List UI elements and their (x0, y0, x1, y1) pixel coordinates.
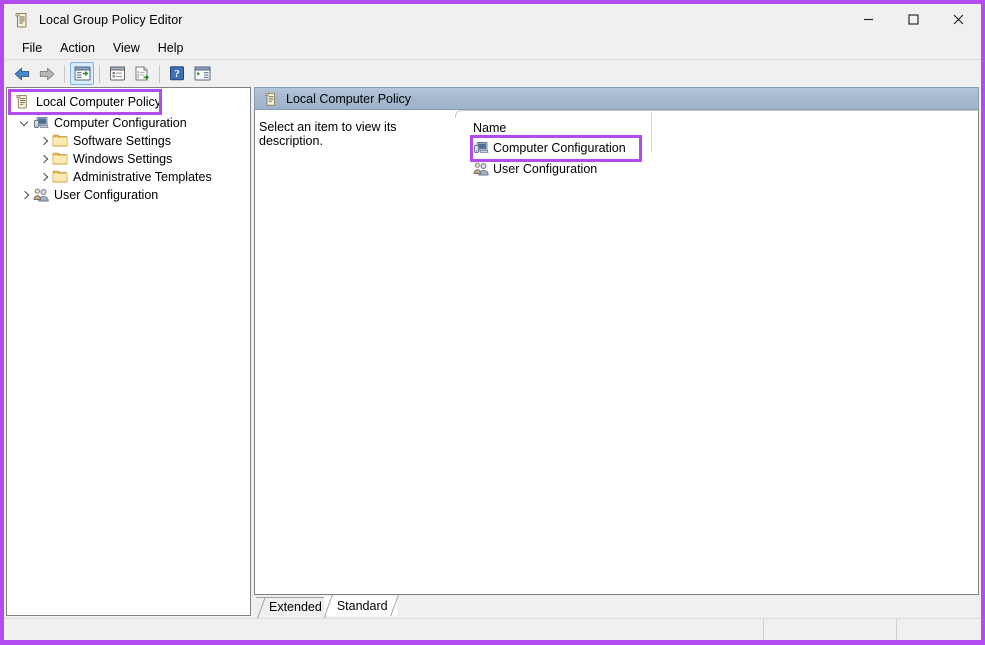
tree-item-software-settings[interactable]: Software Settings (7, 132, 250, 150)
help-icon[interactable]: ? (165, 62, 189, 85)
list-item-label: User Configuration (493, 162, 598, 176)
window-title: Local Group Policy Editor (39, 13, 183, 27)
folder-icon (52, 169, 68, 185)
status-bar-main (4, 619, 764, 640)
view-tabs: Extended Standard (254, 595, 979, 616)
tree-item-label: Administrative Templates (73, 170, 212, 184)
menu-item-view[interactable]: View (104, 38, 149, 58)
user-icon (33, 187, 49, 203)
show-hide-action-pane-icon[interactable] (190, 62, 214, 85)
window-controls (846, 4, 981, 36)
tab-label: Standard (336, 599, 388, 613)
title-bar: Local Group Policy Editor (4, 4, 981, 36)
tab-standard[interactable]: Standard (323, 596, 397, 616)
tree-item-computer-configuration[interactable]: Computer Configuration (7, 114, 250, 132)
user-icon (473, 161, 489, 177)
status-bar-pane-b (897, 619, 981, 640)
minimize-icon[interactable] (846, 4, 891, 35)
purple-highlight-frame: Local Group Policy Editor File Action Vi… (0, 0, 985, 645)
tree-item-label: Computer Configuration (54, 116, 187, 130)
policy-scroll-icon (15, 94, 31, 110)
chevron-right-icon[interactable] (36, 151, 52, 167)
computer-icon (33, 115, 49, 131)
tree-item-label: Software Settings (73, 134, 171, 148)
tab-label: Extended (269, 600, 322, 614)
folder-icon (52, 133, 68, 149)
policy-scroll-icon (264, 92, 278, 106)
menu-item-help[interactable]: Help (149, 38, 193, 58)
chevron-down-icon[interactable] (17, 115, 33, 131)
toolbar: ? (4, 60, 981, 87)
list-item[interactable]: Computer Configuration (455, 134, 978, 162)
folder-icon (52, 151, 68, 167)
tree-item-label: Windows Settings (73, 152, 173, 166)
list-item-label: Computer Configuration (493, 141, 626, 155)
show-hide-console-tree-icon[interactable] (70, 62, 94, 85)
menu-item-action[interactable]: Action (51, 38, 104, 58)
description-column: Select an item to view its description. (255, 110, 455, 594)
results-pane-title: Local Computer Policy (286, 91, 412, 106)
menu-bar: File Action View Help (4, 36, 981, 60)
chevron-right-icon[interactable] (36, 133, 52, 149)
back-icon[interactable] (10, 62, 34, 85)
separator-3 (159, 64, 160, 83)
tree-item-user-configuration[interactable]: User Configuration (7, 186, 250, 204)
results-pane: Local Computer Policy Select an item to … (254, 87, 979, 616)
list-item-computer-configuration[interactable]: Computer Configuration (470, 134, 642, 162)
close-icon[interactable] (936, 4, 981, 35)
description-text: Select an item to view its description. (259, 120, 397, 148)
chevron-right-icon[interactable] (17, 187, 33, 203)
list-rounded-corner (455, 110, 978, 118)
separator-2 (99, 64, 100, 83)
status-bar-pane-a (764, 619, 897, 640)
policy-scroll-icon (14, 12, 30, 28)
tree-item-administrative-templates[interactable]: Administrative Templates (7, 168, 250, 186)
chevron-right-icon[interactable] (36, 169, 52, 185)
computer-icon (473, 140, 489, 156)
tree-item-local-computer-policy[interactable]: Local Computer Policy (8, 89, 162, 115)
separator-1 (64, 64, 65, 83)
tree-item-windows-settings[interactable]: Windows Settings (7, 150, 250, 168)
main-content: Local Computer Policy Computer Configura… (4, 87, 981, 618)
svg-text:?: ? (174, 68, 180, 80)
tree-item-label: User Configuration (54, 188, 159, 202)
results-pane-header: Local Computer Policy (254, 87, 979, 109)
status-bar (4, 618, 981, 640)
column-header-name[interactable]: Name (455, 118, 978, 138)
list-item[interactable]: User Configuration (455, 159, 978, 179)
properties-icon[interactable] (105, 62, 129, 85)
maximize-icon[interactable] (891, 4, 936, 35)
local-group-policy-editor-window: Local Group Policy Editor File Action Vi… (4, 4, 981, 640)
list-column: Name Computer Configuration User Configu… (455, 110, 978, 594)
console-tree-pane: Local Computer Policy Computer Configura… (6, 87, 251, 616)
column-header-label: Name (473, 121, 507, 135)
console-tree: Local Computer Policy Computer Configura… (7, 88, 250, 204)
forward-icon[interactable] (35, 62, 59, 85)
results-pane-body: Select an item to view its description. … (254, 109, 979, 595)
tab-extended[interactable]: Extended (256, 597, 331, 616)
export-list-icon[interactable] (130, 62, 154, 85)
menu-item-file[interactable]: File (13, 38, 51, 58)
tree-item-label: Local Computer Policy (36, 95, 162, 109)
